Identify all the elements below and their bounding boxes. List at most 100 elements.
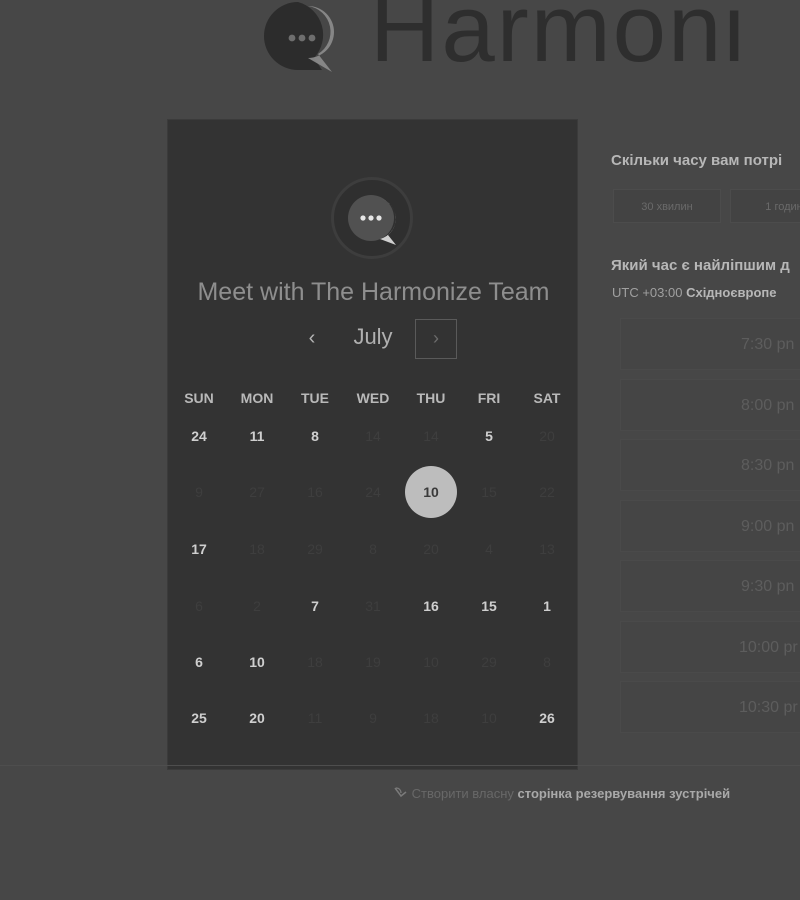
weekday-label: TUE xyxy=(301,390,329,406)
time-slot[interactable]: 7:30 pn xyxy=(620,318,800,370)
calendar-day: 11 xyxy=(286,703,344,733)
calendar-day[interactable]: 24 xyxy=(170,421,228,451)
calendar-day: 6 xyxy=(170,591,228,621)
weekday-header: SUN MON TUE WED THU FRI SAT xyxy=(168,390,579,410)
timezone-name: Східноєвропе xyxy=(686,285,777,300)
chat-bubble-icon xyxy=(348,195,396,245)
calendar-day[interactable]: 15 xyxy=(460,591,518,621)
selected-day[interactable]: 10 xyxy=(402,466,460,518)
calendar-day: 18 xyxy=(286,647,344,677)
time-slot[interactable]: 10:30 pr xyxy=(620,681,800,733)
weekday-label: MON xyxy=(240,390,274,406)
team-avatar xyxy=(331,177,413,259)
day-number: 20 xyxy=(539,428,555,444)
prev-month-button[interactable]: ‹ xyxy=(296,322,328,354)
calendar-day[interactable]: 1 xyxy=(518,591,576,621)
time-slot-label: 8:00 pn xyxy=(741,396,795,414)
time-slot[interactable]: 8:30 pn xyxy=(620,439,800,491)
day-number: 10 xyxy=(249,654,265,670)
calendar-day: 29 xyxy=(286,534,344,564)
time-slot[interactable]: 8:00 pn xyxy=(620,378,800,431)
calendar-day: 29 xyxy=(460,647,518,677)
time-slot[interactable]: 9:30 pn xyxy=(620,560,800,612)
booking-page-link[interactable]: сторінка резервування зустрічей xyxy=(518,786,731,801)
day-number: 4 xyxy=(485,541,493,557)
calendar-day[interactable]: 5 xyxy=(460,421,518,451)
day-number: 8 xyxy=(543,654,551,670)
calendar-day[interactable]: 8 xyxy=(286,421,344,451)
day-number: 22 xyxy=(539,484,555,500)
duration-30min-button[interactable]: 30 хвилин xyxy=(613,189,721,223)
day-number: 11 xyxy=(249,428,265,444)
calendar-day: 18 xyxy=(228,534,286,564)
time-slot[interactable]: 9:00 pn xyxy=(620,499,800,552)
day-number: 17 xyxy=(191,541,207,557)
day-number: 14 xyxy=(365,428,381,444)
time-slot-label: 10:00 pr xyxy=(739,638,798,656)
calendar-day: 13 xyxy=(518,534,576,564)
day-number: 29 xyxy=(307,541,323,557)
next-month-button[interactable]: › xyxy=(415,319,457,359)
calendar-day: 2 xyxy=(228,591,286,621)
calendar-day: 10 xyxy=(402,647,460,677)
calendar-day[interactable]: 7 xyxy=(286,591,344,621)
calendar-panel: Meet with The Harmonize Team ‹ July › SU… xyxy=(167,119,578,770)
day-number: 20 xyxy=(423,541,439,557)
calendar-day[interactable]: 16 xyxy=(402,591,460,621)
calendar-day[interactable]: 10 xyxy=(228,647,286,677)
time-question: Який час є найліпшим д xyxy=(611,257,790,274)
day-number: 24 xyxy=(365,484,381,500)
footer-prefix: Створити власну xyxy=(411,786,514,801)
calendar-day[interactable]: 17 xyxy=(170,534,228,564)
day-number: 7 xyxy=(311,598,319,614)
leaf-icon xyxy=(394,787,407,798)
duration-1hour-button[interactable]: 1 годин xyxy=(730,189,800,223)
month-label: July xyxy=(353,324,393,349)
timezone-offset: UTC +03:00 xyxy=(612,285,683,300)
day-number: 20 xyxy=(249,710,265,726)
calendar-day: 10 xyxy=(460,703,518,733)
day-number: 2 xyxy=(253,598,261,614)
day-number: 6 xyxy=(195,598,203,614)
calendar-day[interactable]: 11 xyxy=(228,421,286,451)
day-number: 29 xyxy=(481,654,497,670)
day-number: 18 xyxy=(307,654,323,670)
day-number: 1 xyxy=(543,598,551,614)
day-number: 9 xyxy=(369,710,377,726)
calendar-day: 4 xyxy=(460,534,518,564)
day-number: 6 xyxy=(195,654,203,670)
calendar-day: 14 xyxy=(344,421,402,451)
calendar-day: 19 xyxy=(344,647,402,677)
harmonize-logo-icon xyxy=(263,1,334,72)
calendar-day[interactable]: 6 xyxy=(170,647,228,677)
day-number: 10 xyxy=(423,484,439,500)
day-number: 14 xyxy=(423,428,439,444)
calendar-day[interactable]: 20 xyxy=(228,703,286,733)
day-number: 11 xyxy=(307,710,323,726)
time-slot-label: 7:30 pn xyxy=(741,336,795,353)
day-number: 24 xyxy=(191,428,207,444)
calendar-title: Meet with The Harmonize Team xyxy=(197,278,550,306)
weekday-label: SUN xyxy=(184,390,214,406)
calendar-day: 24 xyxy=(344,477,402,507)
day-number: 18 xyxy=(249,541,265,557)
calendar-day: 15 xyxy=(460,477,518,507)
day-number: 8 xyxy=(369,541,377,557)
footer-divider xyxy=(0,765,800,766)
footer-cta: Створити власну сторінка резервування зу… xyxy=(392,786,730,801)
time-slot-label: 9:30 pn xyxy=(741,578,795,595)
calendar-day: 18 xyxy=(402,703,460,733)
time-slot[interactable]: 10:00 pr xyxy=(620,620,800,673)
day-number: 25 xyxy=(191,710,207,726)
calendar-day: 16 xyxy=(286,477,344,507)
weekday-label: WED xyxy=(356,390,390,406)
calendar-day: 20 xyxy=(402,534,460,564)
day-number: 31 xyxy=(365,598,381,614)
calendar-day[interactable]: 25 xyxy=(170,703,228,733)
timezone-label: UTC +03:00 Східноєвропе xyxy=(612,285,777,300)
day-number: 5 xyxy=(485,428,493,444)
calendar-day[interactable]: 26 xyxy=(518,703,576,733)
day-number: 27 xyxy=(249,484,265,500)
calendar-day: 14 xyxy=(402,421,460,451)
calendar-day: 8 xyxy=(518,647,576,677)
